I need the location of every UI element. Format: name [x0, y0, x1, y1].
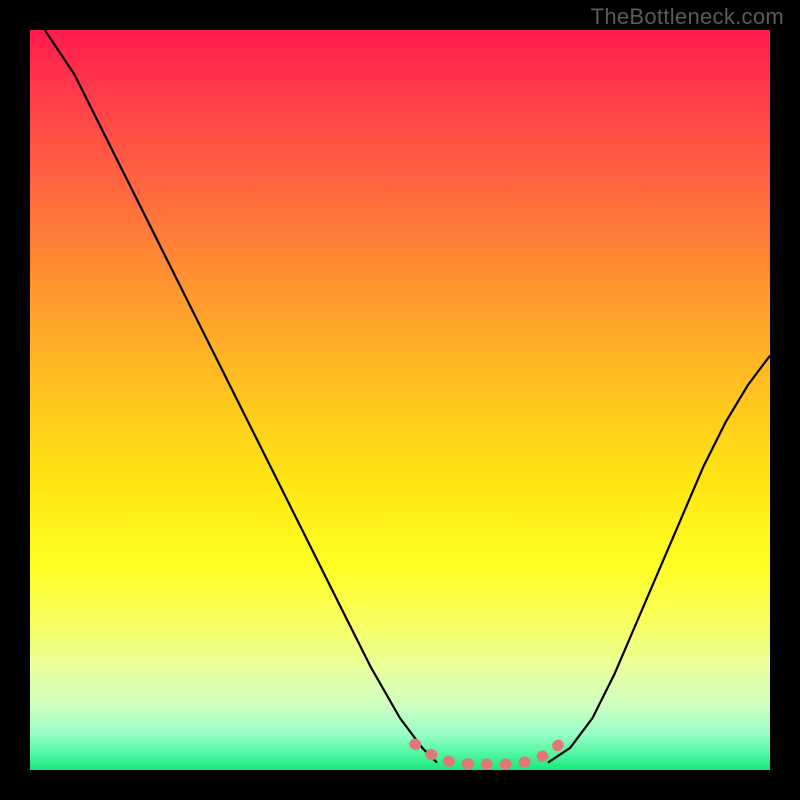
right-branch-path [548, 356, 770, 763]
floor-marker-path [415, 740, 563, 764]
plot-area [30, 30, 770, 770]
chart-stage: TheBottleneck.com [0, 0, 800, 800]
curve-layer [30, 30, 770, 770]
left-branch-path [45, 30, 437, 763]
watermark-text: TheBottleneck.com [591, 4, 784, 30]
